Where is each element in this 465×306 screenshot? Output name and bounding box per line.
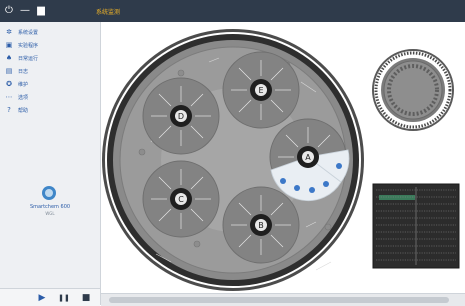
brand: Smartchem 600 WGL [20, 186, 80, 226]
gear-icon: ✲ [6, 28, 12, 36]
window-controls: ⏻ — ▆ [3, 5, 65, 17]
sidebar-item-options[interactable]: ⋯ 选项 [0, 91, 100, 103]
tray-label-c: C [178, 195, 184, 204]
tray-b[interactable]: B [222, 186, 300, 264]
reagent-dial[interactable] [372, 49, 454, 131]
instrument-view: E D C B A [102, 29, 460, 291]
sidebar-item-program[interactable]: ▣ 实验程序 [0, 39, 100, 51]
sidebar-item-label: 系统设置 [18, 29, 39, 36]
sidebar: ✲ 系统设置 ▣ 实验程序 ♠ 日常运行 ▤ 日志 ✪ 维护 ⋯ 选项 ? 帮助… [0, 22, 101, 305]
sidebar-item-label: 维护 [18, 81, 29, 88]
tray-c[interactable]: C [142, 160, 220, 238]
sidebar-item-settings[interactable]: ✲ 系统设置 [0, 26, 100, 38]
sidebar-item-log[interactable]: ▤ 日志 [0, 65, 100, 77]
more-icon: ⋯ [5, 93, 13, 101]
tray-e[interactable]: E [222, 51, 300, 129]
sidebar-item-label: 日志 [18, 68, 29, 75]
sidebar-item-run[interactable]: ♠ 日常运行 [0, 52, 100, 64]
sidebar-item-label: 帮助 [18, 107, 29, 114]
run-controls: ▶ ❚❚ ■ [0, 288, 100, 306]
tray-label-d: D [178, 112, 184, 121]
tray-d[interactable]: D [142, 77, 220, 155]
sidebar-item-help[interactable]: ? 帮助 [0, 104, 100, 116]
sidebar-item-maintenance[interactable]: ✪ 维护 [0, 78, 100, 90]
horizontal-scrollbar[interactable] [101, 293, 465, 306]
maximize-button[interactable]: ▆ [35, 5, 47, 17]
brand-subtitle: WGL [45, 211, 55, 216]
minimize-button[interactable]: — [19, 5, 31, 17]
maintenance-icon: ✪ [6, 80, 12, 88]
scrollbar-thumb[interactable] [109, 297, 449, 303]
tray-label-a: A [305, 153, 311, 162]
window-title: 系统监测 [96, 9, 121, 16]
play-button[interactable]: ▶ [36, 292, 48, 304]
flask-icon: ♠ [5, 54, 13, 62]
document-icon: ▤ [5, 67, 13, 75]
sidebar-item-label: 选项 [18, 94, 29, 101]
microplate[interactable] [372, 183, 460, 269]
sidebar-item-label: 实验程序 [18, 42, 39, 49]
tray-label-e: E [258, 86, 263, 95]
pause-button[interactable]: ❚❚ [58, 292, 70, 304]
stop-button[interactable]: ■ [80, 292, 92, 304]
help-icon: ? [7, 106, 11, 114]
power-icon[interactable]: ⏻ [3, 5, 15, 17]
tray-label-b: B [258, 221, 264, 230]
title-bar: ⏻ — ▆ 系统监测 [0, 0, 465, 22]
brand-logo-icon [42, 186, 56, 200]
sidebar-item-label: 日常运行 [18, 55, 39, 62]
brand-name: Smartchem 600 [29, 204, 71, 210]
checklist-icon: ▣ [5, 41, 13, 49]
